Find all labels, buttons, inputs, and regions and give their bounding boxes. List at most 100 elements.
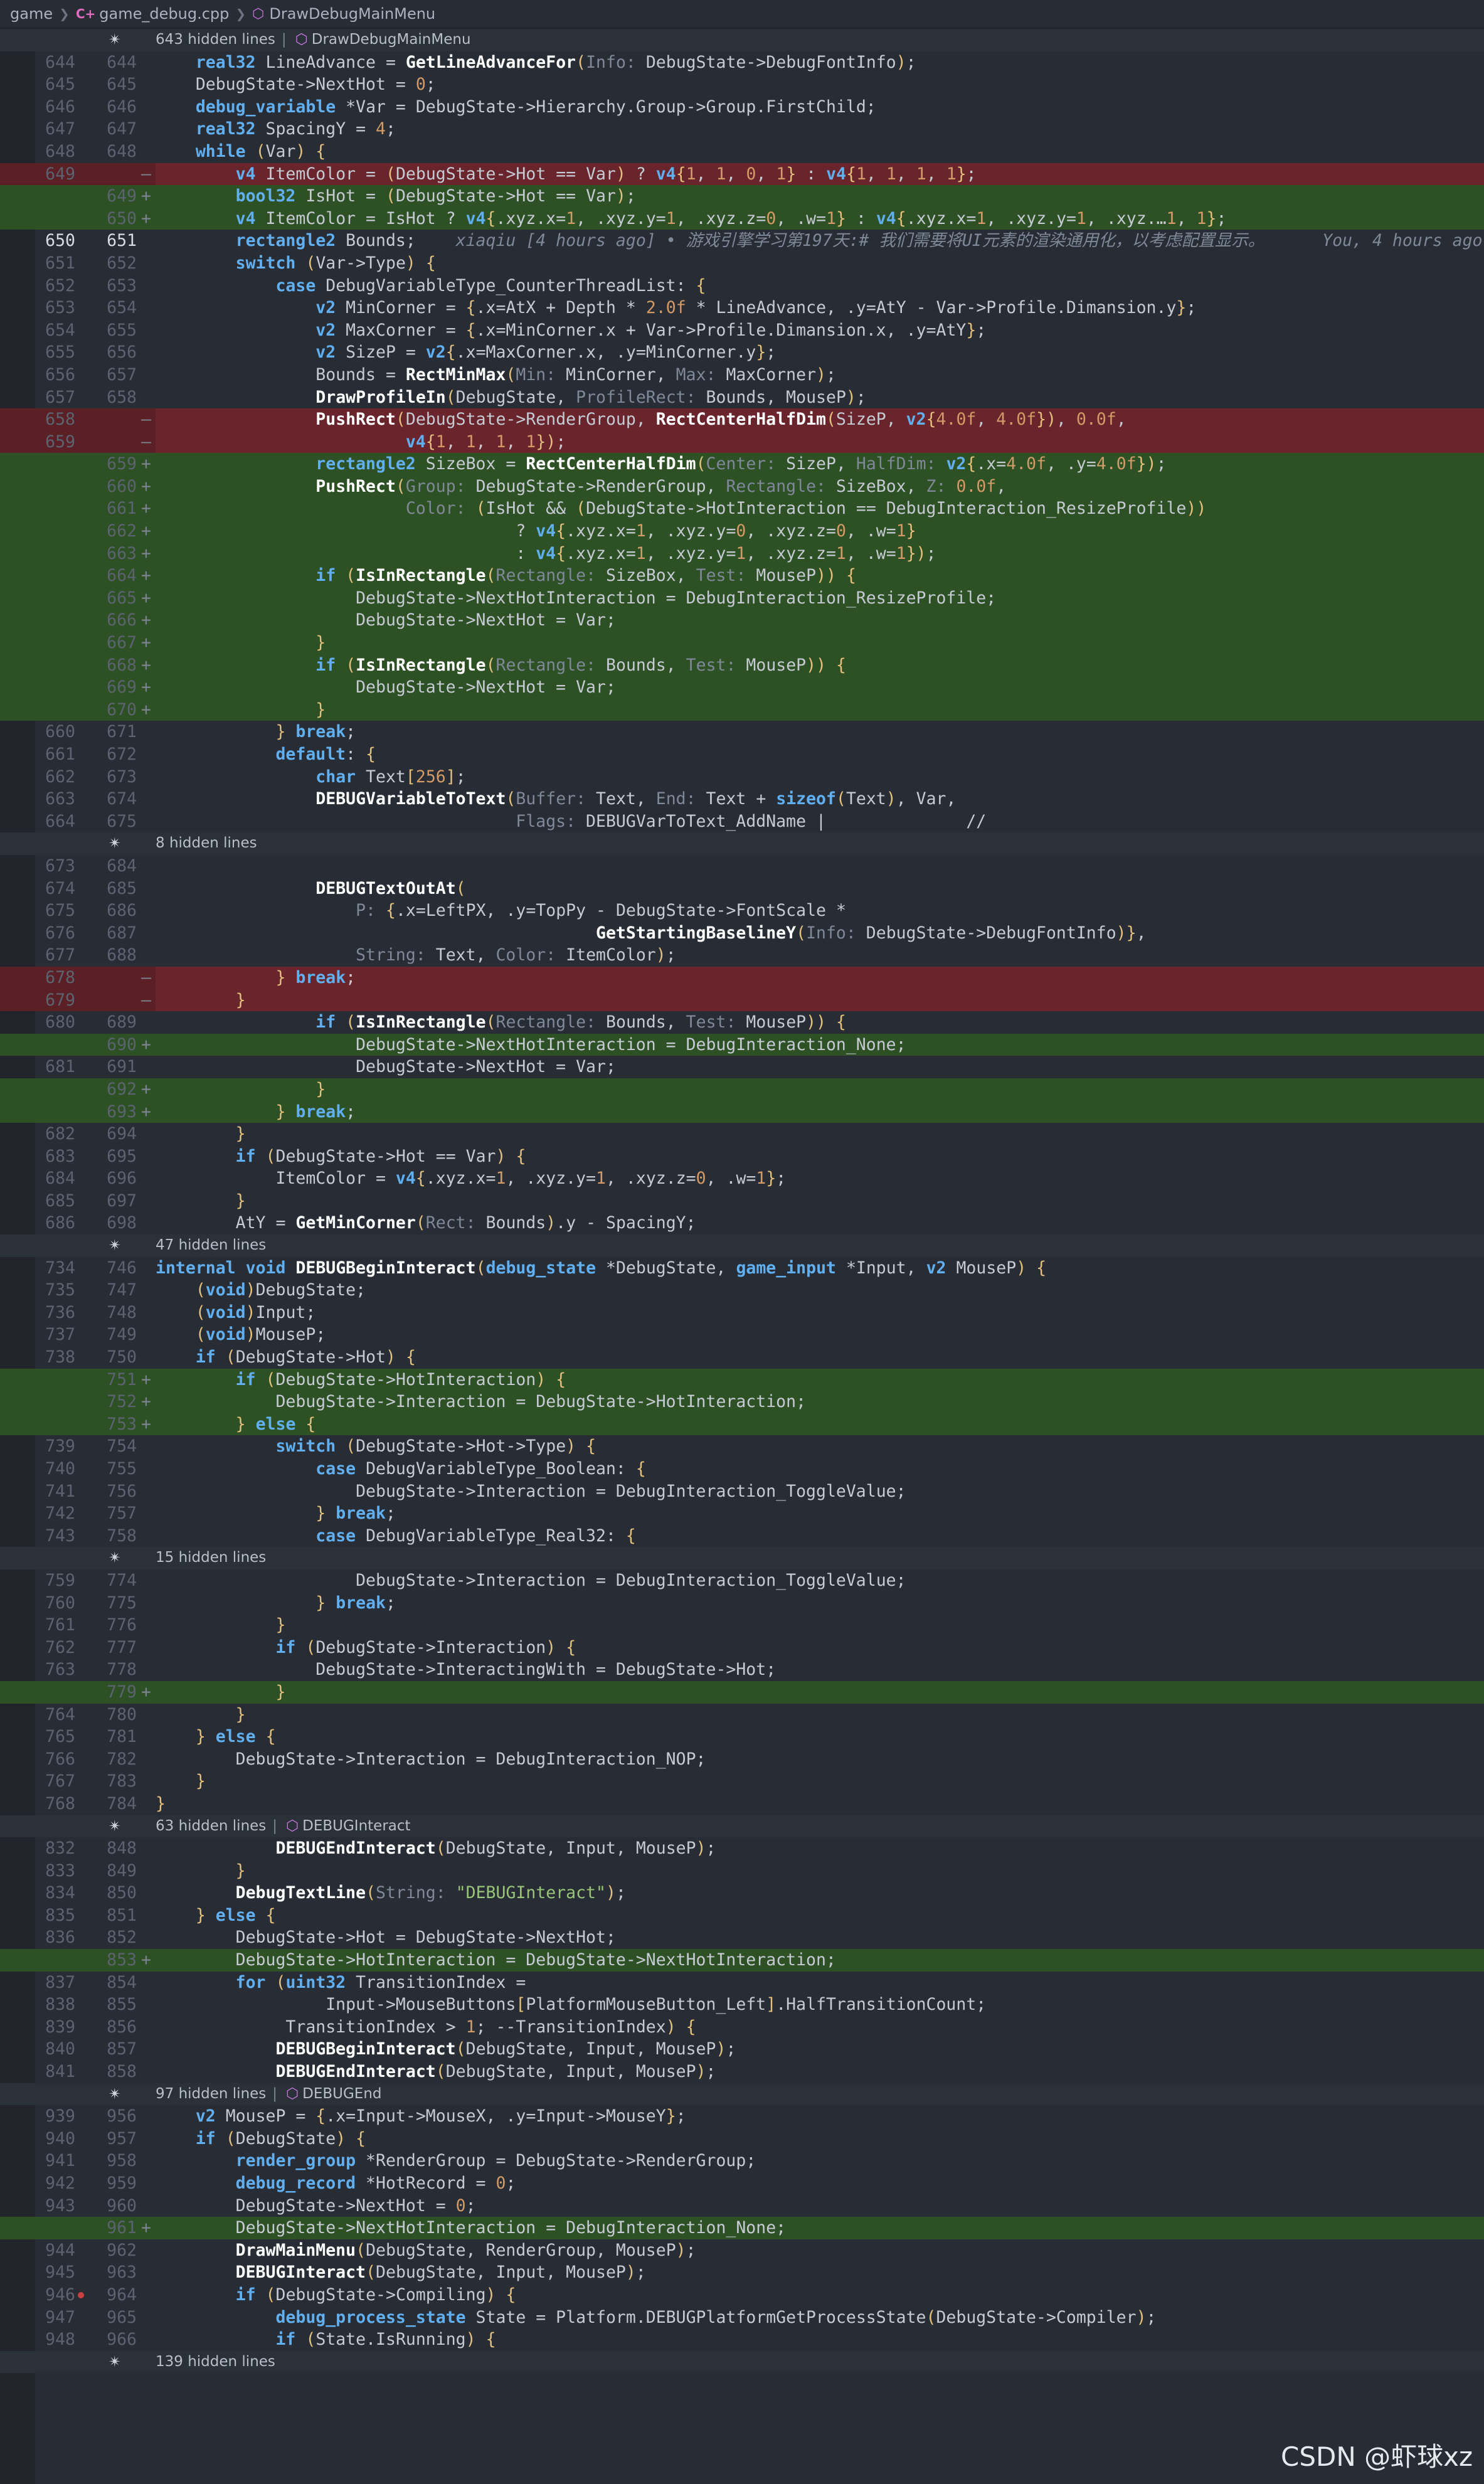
- code-line[interactable]: 835 851 } else {: [0, 1904, 1484, 1927]
- code-line[interactable]: 939 956 v2 MouseP = {.x=Input->MouseX, .y…: [0, 2105, 1484, 2128]
- code-line[interactable]: 685 697 }: [0, 1190, 1484, 1213]
- code-line[interactable]: 948 966 if (State.IsRunning) {: [0, 2328, 1484, 2351]
- hidden-lines-symbol[interactable]: DrawDebugMainMenu: [312, 31, 471, 48]
- code-line[interactable]: 832 848 DEBUGEndInteract(DebugState, Inpu…: [0, 1837, 1484, 1860]
- code-line[interactable]: 739 754 switch (DebugState->Hot->Type) {: [0, 1435, 1484, 1458]
- code-line[interactable]: 760 775 } break;: [0, 1592, 1484, 1615]
- code-line[interactable]: 646 646 debug_variable *Var = DebugState-…: [0, 96, 1484, 119]
- code-line[interactable]: 651 652 switch (Var->Type) {: [0, 252, 1484, 275]
- code-line[interactable]: 656 657 Bounds = RectMinMax(Min: MinCorne…: [0, 364, 1484, 386]
- code-line[interactable]: 655 656 v2 SizeP = v2{.x=MaxCorner.x, .y=…: [0, 341, 1484, 364]
- code-line[interactable]: 765 781 } else {: [0, 1726, 1484, 1748]
- code-line[interactable]: 684 696 ItemColor = v4{.xyz.x=1, .xyz.y=1…: [0, 1167, 1484, 1190]
- breadcrumb-item-file[interactable]: game_debug.cpp: [99, 5, 229, 23]
- hidden-lines-bar[interactable]: ✴ 8 hidden lines: [0, 832, 1484, 855]
- code-line[interactable]: 766 782 DebugState->Interaction = DebugIn…: [0, 1748, 1484, 1771]
- breakpoint-icon[interactable]: [78, 2291, 84, 2298]
- added-line[interactable]: 669 + DebugState->NextHot = Var;: [0, 676, 1484, 699]
- code-line[interactable]: 735 747 (void)DebugState;: [0, 1279, 1484, 1302]
- code-line[interactable]: 941 958 render_group *RenderGroup = Debug…: [0, 2150, 1484, 2172]
- expand-icon[interactable]: ✴: [105, 1547, 124, 1569]
- code-line[interactable]: 650 651 rectangle2 Bounds; xiaqiu [4 hour…: [0, 230, 1484, 252]
- code-line[interactable]: 762 777 if (DebugState->Interaction) {: [0, 1637, 1484, 1659]
- added-line[interactable]: 779 + }: [0, 1680, 1484, 1704]
- hidden-lines-bar[interactable]: ✴ 47 hidden lines: [0, 1234, 1484, 1257]
- code-line[interactable]: 740 755 case DebugVariableType_Boolean: {: [0, 1458, 1484, 1480]
- added-line[interactable]: 961 + DebugState->NextHotInteraction = De…: [0, 2217, 1484, 2239]
- code-line[interactable]: 657 658 DrawProfileIn(DebugState, Profile…: [0, 386, 1484, 409]
- hidden-lines-bar[interactable]: ✴ 97 hidden lines | ⬡ DEBUGEnd: [0, 2083, 1484, 2106]
- code-line[interactable]: 838 855 Input->MouseButtons[PlatformMouse…: [0, 1993, 1484, 2016]
- hidden-lines-symbol[interactable]: DEBUGInteract: [302, 1818, 410, 1834]
- code-line[interactable]: 654 655 v2 MaxCorner = {.x=MinCorner.x + …: [0, 319, 1484, 342]
- code-line[interactable]: 738 750 if (DebugState->Hot) {: [0, 1346, 1484, 1369]
- code-line[interactable]: 683 695 if (DebugState->Hot == Var) {: [0, 1145, 1484, 1168]
- code-line[interactable]: 686 698 AtY = GetMinCorner(Rect: Bounds).…: [0, 1212, 1484, 1234]
- code-line[interactable]: 664 675 Flags: DEBUGVarToText_AddName | /…: [0, 810, 1484, 833]
- code-line[interactable]: 663 674 DEBUGVariableToText(Buffer: Text,…: [0, 788, 1484, 810]
- code-line[interactable]: 675 686 P: {.x=LeftPX, .y=TopPy - DebugSt…: [0, 900, 1484, 922]
- code-line[interactable]: 947 965 debug_process_state State = Platf…: [0, 2306, 1484, 2329]
- hidden-lines-symbol[interactable]: DEBUGEnd: [302, 2086, 381, 2102]
- code-line[interactable]: 841 858 DEBUGEndInteract(DebugState, Inpu…: [0, 2061, 1484, 2083]
- code-line[interactable]: 743 758 case DebugVariableType_Real32: {: [0, 1525, 1484, 1547]
- code-line[interactable]: 764 780 }: [0, 1704, 1484, 1726]
- code-line[interactable]: 837 854 for (uint32 TransitionIndex =: [0, 1972, 1484, 1994]
- code-line[interactable]: 840 857 DEBUGBeginInteract(DebugState, In…: [0, 2038, 1484, 2061]
- added-line[interactable]: 670 + }: [0, 698, 1484, 721]
- code-line[interactable]: 660 671 } break;: [0, 721, 1484, 743]
- code-line[interactable]: 763 778 DebugState->InteractingWith = Deb…: [0, 1659, 1484, 1681]
- hidden-lines-bar[interactable]: ✴ 63 hidden lines | ⬡ DEBUGInteract: [0, 1815, 1484, 1838]
- added-line[interactable]: 664 + if (IsInRectangle(Rectangle: SizeBo…: [0, 565, 1484, 587]
- code-line[interactable]: 653 654 v2 MinCorner = {.x=AtX + Depth * …: [0, 297, 1484, 319]
- code-line[interactable]: 946 964 if (DebugState->Compiling) {: [0, 2284, 1484, 2306]
- hidden-lines-bar[interactable]: ✴ 643 hidden lines | ⬡ DrawDebugMainMenu: [0, 29, 1484, 51]
- added-line[interactable]: 753 + } else {: [0, 1413, 1484, 1436]
- code-line[interactable]: 940 957 if (DebugState) {: [0, 2128, 1484, 2150]
- added-line[interactable]: 667 + }: [0, 632, 1484, 654]
- added-line[interactable]: 752 + DebugState->Interaction = DebugStat…: [0, 1391, 1484, 1413]
- added-line[interactable]: 662 + ? v4{.xyz.x=1, .xyz.y=0, .xyz.z=0, …: [0, 520, 1484, 543]
- code-line[interactable]: 647 647 real32 SpacingY = 4;: [0, 118, 1484, 141]
- added-line[interactable]: 649 + bool32 IsHot = (DebugState->Hot == …: [0, 185, 1484, 208]
- deleted-line[interactable]: 659 — v4{1, 1, 1, 1});: [0, 430, 1484, 454]
- expand-icon[interactable]: ✴: [105, 29, 124, 51]
- code-line[interactable]: 833 849 }: [0, 1860, 1484, 1882]
- code-line[interactable]: 942 959 debug_record *HotRecord = 0;: [0, 2172, 1484, 2195]
- added-line[interactable]: 751 + if (DebugState->HotInteraction) {: [0, 1368, 1484, 1391]
- code-line[interactable]: 759 774 DebugState->Interaction = DebugIn…: [0, 1569, 1484, 1592]
- code-line[interactable]: 676 687 GetStartingBaselineY(Info: DebugS…: [0, 922, 1484, 945]
- breadcrumb-item-symbol[interactable]: DrawDebugMainMenu: [269, 5, 435, 23]
- code-line[interactable]: 734 746 internal void DEBUGBeginInteract(d…: [0, 1257, 1484, 1280]
- deleted-line[interactable]: 658 — PushRect(DebugState->RenderGroup, R…: [0, 408, 1484, 431]
- code-line[interactable]: 661 672 default: {: [0, 743, 1484, 766]
- diff-editor[interactable]: ✴ 643 hidden lines | ⬡ DrawDebugMainMenu 644 6…: [0, 29, 1484, 2374]
- expand-icon[interactable]: ✴: [105, 2083, 124, 2106]
- added-line[interactable]: 693 + } break;: [0, 1100, 1484, 1123]
- hidden-lines-bar[interactable]: ✴ 139 hidden lines: [0, 2350, 1484, 2374]
- added-line[interactable]: 665 + DebugState->NextHotInteraction = De…: [0, 586, 1484, 610]
- code-line[interactable]: 674 685 DEBUGTextOutAt(: [0, 878, 1484, 900]
- code-line[interactable]: 682 694 }: [0, 1123, 1484, 1145]
- code-line[interactable]: 945 963 DEBUGInteract(DebugState, Input, …: [0, 2261, 1484, 2284]
- code-line[interactable]: 662 673 char Text[256];: [0, 766, 1484, 788]
- added-line[interactable]: 661 + Color: (IsHot && (DebugState->HotIn…: [0, 497, 1484, 521]
- code-line[interactable]: 767 783 }: [0, 1770, 1484, 1793]
- expand-icon[interactable]: ✴: [105, 1815, 124, 1838]
- hidden-lines-bar[interactable]: ✴ 15 hidden lines: [0, 1547, 1484, 1569]
- code-line[interactable]: 680 689 if (IsInRectangle(Rectangle: Boun…: [0, 1011, 1484, 1034]
- code-line[interactable]: 644 644 real32 LineAdvance = GetLineAdvan…: [0, 51, 1484, 74]
- code-line[interactable]: 677 688 String: Text, Color: ItemColor);: [0, 944, 1484, 967]
- added-line[interactable]: 668 + if (IsInRectangle(Rectangle: Bounds…: [0, 654, 1484, 677]
- added-line[interactable]: 666 + DebugState->NextHot = Var;: [0, 609, 1484, 632]
- added-line[interactable]: 659 + rectangle2 SizeBox = RectCenterHalf…: [0, 453, 1484, 475]
- added-line[interactable]: 692 + }: [0, 1078, 1484, 1101]
- breadcrumb-item-folder[interactable]: game: [10, 5, 53, 23]
- code-line[interactable]: 742 757 } break;: [0, 1502, 1484, 1525]
- code-line[interactable]: 652 653 case DebugVariableType_CounterThr…: [0, 275, 1484, 297]
- code-line[interactable]: 761 776 }: [0, 1614, 1484, 1637]
- expand-icon[interactable]: ✴: [105, 2351, 124, 2374]
- expand-icon[interactable]: ✴: [105, 832, 124, 855]
- code-line[interactable]: 943 960 DebugState->NextHot = 0;: [0, 2195, 1484, 2217]
- added-line[interactable]: 690 + DebugState->NextHotInteraction = De…: [0, 1033, 1484, 1056]
